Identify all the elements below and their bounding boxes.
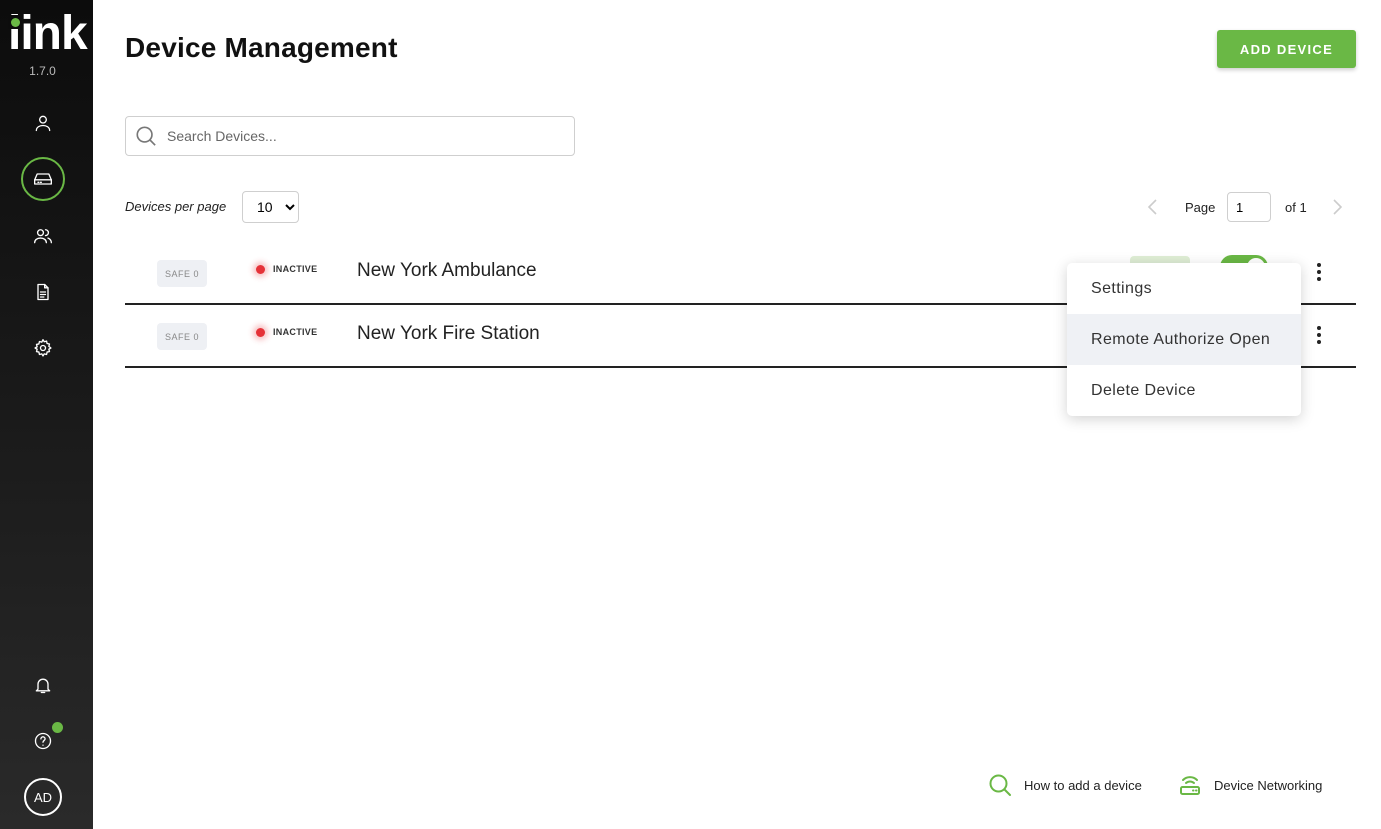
page-number-input[interactable] bbox=[1227, 192, 1271, 222]
bell-icon bbox=[35, 678, 51, 694]
logo-dot bbox=[11, 18, 20, 27]
menu-item-settings[interactable]: Settings bbox=[1067, 263, 1301, 314]
device-context-menu: Settings Remote Authorize Open Delete De… bbox=[1067, 263, 1301, 416]
sidebar-item-profile[interactable] bbox=[21, 101, 65, 145]
sidebar-item-logs[interactable] bbox=[21, 270, 65, 314]
menu-item-delete-device[interactable]: Delete Device bbox=[1067, 365, 1301, 416]
app-root: link 1.7.0 AD Device Management ADD DEVI… bbox=[0, 0, 1381, 829]
device-networking-label: Device Networking bbox=[1214, 777, 1323, 793]
prev-page-button[interactable] bbox=[1143, 196, 1163, 218]
menu-item-remote-authorize-open[interactable]: Remote Authorize Open bbox=[1067, 314, 1301, 365]
device-networking-link[interactable]: Device Networking bbox=[1178, 773, 1322, 797]
logo: link bbox=[6, 7, 88, 60]
document-icon bbox=[37, 283, 49, 301]
chevron-left-icon bbox=[1147, 199, 1157, 215]
status-indicator: INACTIVE bbox=[256, 327, 317, 337]
how-to-add-device-link[interactable]: How to add a device bbox=[988, 773, 1142, 797]
status-text: INACTIVE bbox=[273, 264, 318, 274]
how-to-add-device-label: How to add a device bbox=[1024, 777, 1142, 793]
avatar[interactable]: AD bbox=[24, 778, 62, 816]
safe-badge: SAFE 0 bbox=[157, 323, 207, 350]
search-icon bbox=[135, 125, 157, 147]
help-icon bbox=[34, 732, 52, 750]
status-dot bbox=[256, 264, 265, 274]
more-options-button[interactable] bbox=[1309, 259, 1329, 285]
sidebar: link 1.7.0 AD bbox=[0, 0, 93, 829]
sidebar-item-users[interactable] bbox=[21, 214, 65, 258]
help-badge bbox=[52, 722, 63, 733]
per-page-select[interactable]: 10 bbox=[242, 191, 299, 223]
users-icon bbox=[34, 229, 52, 244]
status-text: INACTIVE bbox=[273, 327, 318, 337]
search-input[interactable] bbox=[167, 128, 547, 144]
sidebar-item-devices[interactable] bbox=[21, 157, 65, 201]
router-icon bbox=[1180, 776, 1200, 795]
per-page-label: Devices per page bbox=[125, 199, 227, 214]
chevron-right-icon bbox=[1333, 199, 1343, 215]
status-indicator: INACTIVE bbox=[256, 264, 317, 274]
page-title: Device Management bbox=[125, 32, 398, 63]
status-dot bbox=[256, 327, 265, 337]
page-total: of 1 bbox=[1285, 200, 1307, 215]
user-icon bbox=[35, 115, 51, 132]
search-icon bbox=[989, 774, 1011, 796]
app-version: 1.7.0 bbox=[29, 64, 56, 78]
device-name[interactable]: New York Ambulance bbox=[357, 260, 537, 282]
next-page-button[interactable] bbox=[1327, 196, 1347, 218]
more-options-button[interactable] bbox=[1309, 322, 1329, 348]
device-icon bbox=[34, 173, 52, 185]
sidebar-item-settings[interactable] bbox=[21, 326, 65, 370]
page-label: Page bbox=[1185, 200, 1216, 215]
device-name[interactable]: New York Fire Station bbox=[357, 323, 540, 345]
safe-badge: SAFE 0 bbox=[157, 260, 207, 287]
gear-icon bbox=[34, 339, 52, 357]
notifications-button[interactable] bbox=[21, 663, 65, 707]
add-device-button[interactable]: ADD DEVICE bbox=[1217, 30, 1356, 68]
search-box bbox=[125, 116, 575, 156]
